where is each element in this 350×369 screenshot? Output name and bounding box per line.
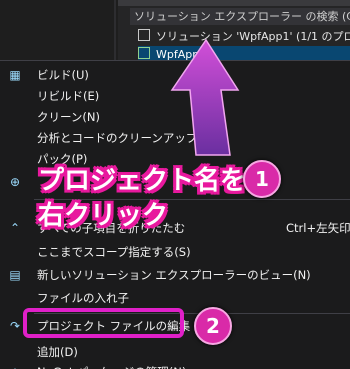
menu-separator <box>34 199 350 200</box>
menu-item-label: NuGet パッケージの管理(N)... <box>37 361 197 369</box>
nuget-icon: ◈ <box>8 365 22 369</box>
globe-icon: ⊕ <box>9 175 21 189</box>
menu-item-label: プロジェクト ファイルの編集 <box>37 319 191 333</box>
menu-item-analyze-cleanup[interactable]: 分析とコードのクリーンアップ(Z) <box>0 127 350 149</box>
menu-item-publish[interactable]: ⊕ <box>0 171 350 193</box>
new-view-icon: ▤ <box>9 268 21 282</box>
menu-separator <box>34 313 350 314</box>
menu-item-manage-nuget[interactable]: ◈ NuGet パッケージの管理(N)... <box>0 361 350 369</box>
menu-item-label: パック(P) <box>37 152 88 166</box>
edit-project-icon: ↷ <box>9 319 21 333</box>
context-menu: ▦ ビルド(U) リビルド(E) クリーン(N) 分析とコードのクリーンアップ(… <box>0 60 350 369</box>
collapse-icon: ⌃ <box>9 221 21 235</box>
screenshot-root: ソリューション エクスプローラー の検索 (Ctrl- ソリューション 'Wpf… <box>0 0 350 369</box>
menu-item-add[interactable]: 追加(D) <box>0 341 350 363</box>
menu-item-build[interactable]: ▦ ビルド(U) <box>0 64 350 86</box>
menu-item-scope-to-this[interactable]: ここまでスコープ指定する(S) <box>0 241 350 263</box>
solution-explorer-pane: ソリューション エクスプローラー の検索 (Ctrl- ソリューション 'Wpf… <box>118 0 350 64</box>
menu-item-rebuild[interactable]: リビルド(E) <box>0 85 350 107</box>
solution-explorer-toolbar <box>118 0 350 6</box>
menu-item-file-nesting[interactable]: ファイルの入れ子 <box>0 287 350 309</box>
project-icon <box>138 47 150 59</box>
menu-item-label: リビルド(E) <box>37 89 100 103</box>
solution-explorer-search-input[interactable]: ソリューション エクスプローラー の検索 (Ctrl- <box>130 8 350 25</box>
build-icon: ▦ <box>9 68 21 82</box>
menu-item-collapse-all[interactable]: ⌃ すべての子項目を折りたたむ Ctrl+左矢印 <box>0 217 350 239</box>
menu-item-label: 分析とコードのクリーンアップ(Z) <box>37 131 215 145</box>
solution-node[interactable]: ソリューション 'WpfApp1' (1/1 のプロジェ <box>138 28 350 45</box>
solution-node-label: ソリューション 'WpfApp1' (1/1 のプロジェ <box>156 30 350 43</box>
menu-item-label: ファイルの入れ子 <box>37 291 129 305</box>
pane-divider <box>114 0 116 64</box>
menu-item-label: 追加(D) <box>37 345 78 359</box>
menu-item-label: ここまでスコープ指定する(S) <box>37 245 191 259</box>
menu-item-label: ビルド(U) <box>37 68 89 82</box>
menu-item-shortcut: Ctrl+左矢印 <box>286 221 350 235</box>
menu-item-clean[interactable]: クリーン(N) <box>0 106 350 128</box>
menu-item-new-explorer-view[interactable]: ▤ 新しいソリューション エクスプローラーのビュー(N) <box>0 264 350 286</box>
solution-icon <box>138 29 150 41</box>
menu-item-pack[interactable]: パック(P) <box>0 148 350 170</box>
menu-item-label: クリーン(N) <box>37 110 101 124</box>
menu-item-label: すべての子項目を折りたたむ <box>37 221 186 235</box>
menu-item-label: 新しいソリューション エクスプローラーのビュー(N) <box>37 268 311 282</box>
menu-item-edit-project-file[interactable]: ↷ プロジェクト ファイルの編集 <box>0 315 350 337</box>
